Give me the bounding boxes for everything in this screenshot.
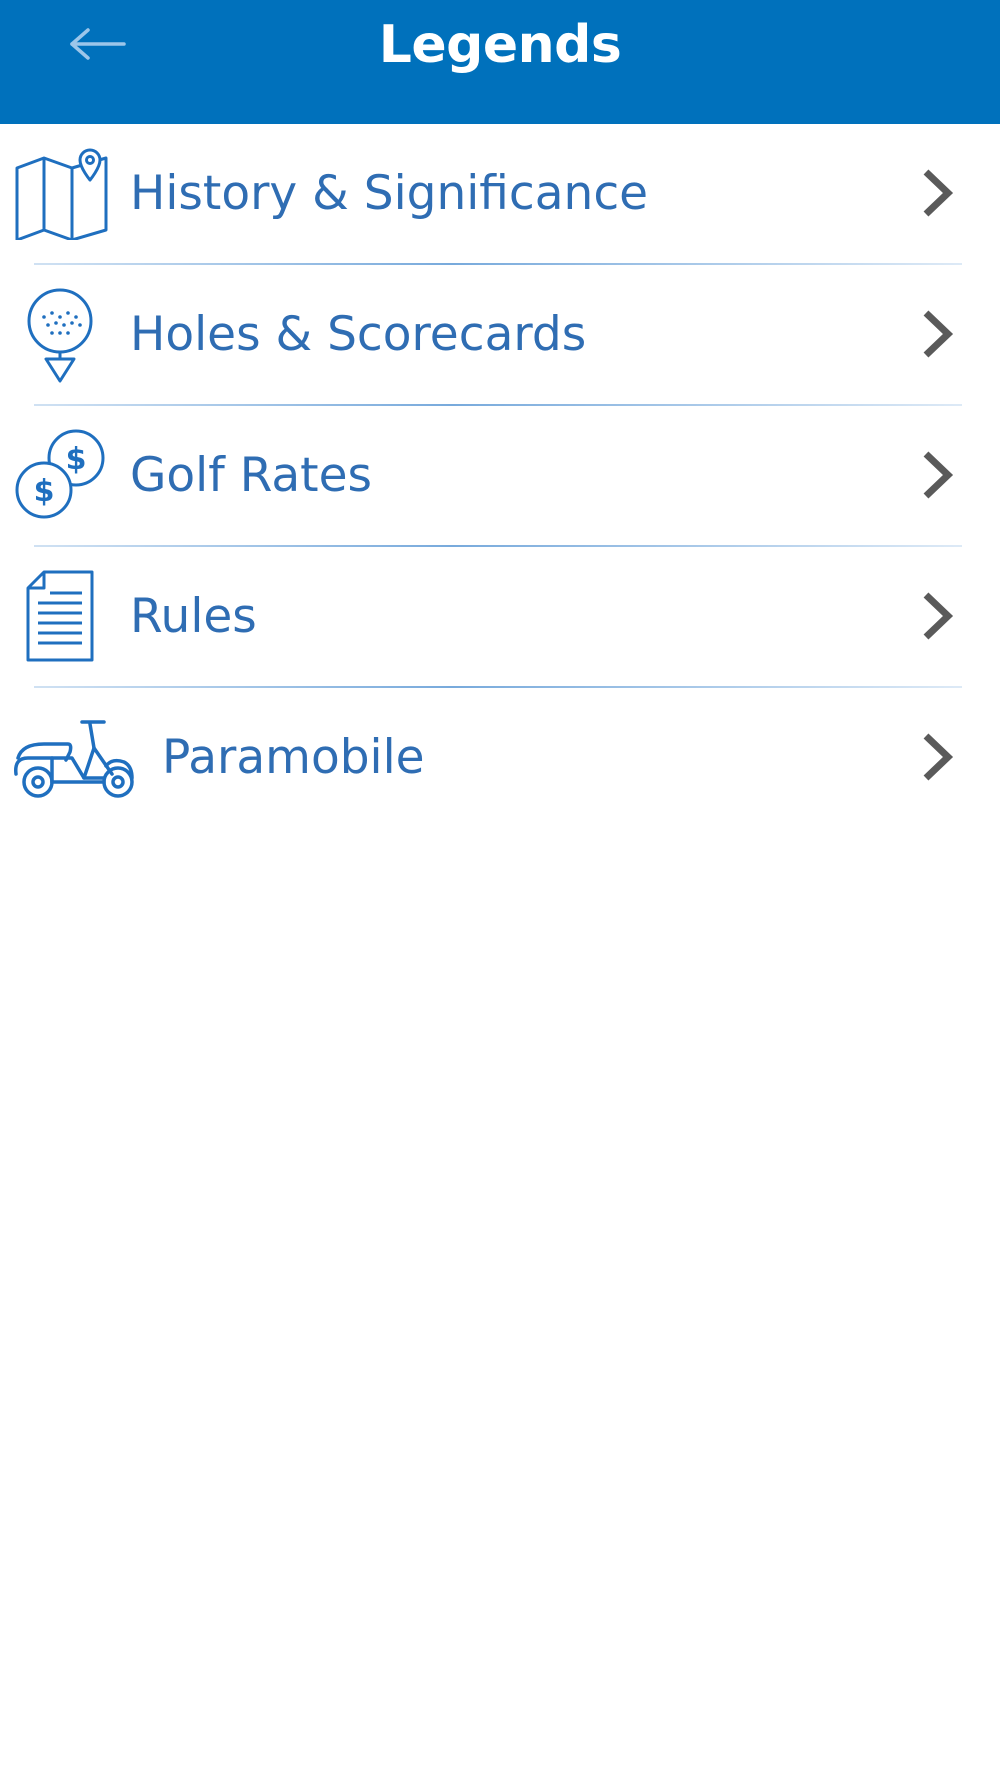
svg-text:$: $ <box>66 442 87 477</box>
chevron-right-icon <box>923 169 954 217</box>
svg-text:$: $ <box>34 474 55 509</box>
menu-item-golf-rates[interactable]: $ $ Golf Rates <box>0 406 1000 545</box>
legends-screen: Legends History & Significance Holes & S… <box>0 0 1000 1778</box>
golf-ball-tee-icon <box>27 288 93 383</box>
document-icon <box>26 570 94 662</box>
menu-item-label: Rules <box>130 589 257 644</box>
menu-item-rules[interactable]: Rules <box>0 547 1000 686</box>
menu-item-holes[interactable]: Holes & Scorecards <box>0 265 1000 404</box>
page-title: Legends <box>378 15 622 75</box>
menu-item-label: Paramobile <box>162 730 425 785</box>
scooter-icon <box>14 720 134 798</box>
chevron-right-icon <box>923 733 954 781</box>
menu-item-label: Holes & Scorecards <box>130 307 587 362</box>
map-pin-icon <box>15 148 108 240</box>
menu-item-label: Golf Rates <box>130 448 372 503</box>
arrow-left-icon <box>70 28 126 60</box>
menu-item-history[interactable]: History & Significance <box>0 124 1000 263</box>
chevron-right-icon <box>923 592 954 640</box>
dollar-coins-icon: $ $ <box>15 429 105 519</box>
chevron-right-icon <box>923 310 954 358</box>
chevron-right-icon <box>923 451 954 499</box>
menu-item-label: History & Significance <box>130 166 649 221</box>
app-header: Legends <box>0 0 1000 124</box>
menu-item-paramobile[interactable]: Paramobile <box>0 688 1000 827</box>
back-button[interactable] <box>58 12 138 76</box>
